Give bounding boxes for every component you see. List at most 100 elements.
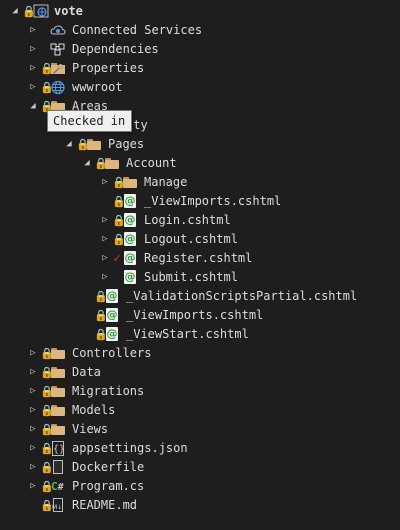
lock-icon: 🔒: [40, 366, 54, 379]
expanded-arrow-icon[interactable]: ◢: [64, 135, 74, 154]
tree-label: Logout.cshtml: [144, 232, 238, 246]
lock-icon: 🔒: [94, 328, 108, 341]
lock-icon: 🔒: [40, 499, 54, 512]
lock-icon: 🔒: [40, 81, 54, 94]
expanded-arrow-icon[interactable]: ◢: [82, 154, 92, 173]
tree-row-dependencies[interactable]: ▷ Dependencies: [0, 40, 400, 59]
tree-row-manage[interactable]: ▷ 🔒 Manage: [0, 173, 400, 192]
folder-icon: [86, 137, 102, 152]
collapsed-arrow-icon[interactable]: ▷: [28, 21, 38, 40]
tree-row-appsettings[interactable]: ▷ 🔒 {} appsettings.json: [0, 439, 400, 458]
tree-label: README.md: [72, 498, 138, 512]
collapsed-arrow-icon[interactable]: ▷: [28, 477, 38, 496]
lock-icon: 🔒: [40, 423, 54, 436]
tree-label: Submit.cshtml: [144, 270, 238, 284]
collapsed-arrow-icon[interactable]: ▷: [100, 230, 110, 249]
tree-row-views[interactable]: ▷ 🔒 Views: [0, 420, 400, 439]
lock-icon: 🔒: [40, 461, 54, 474]
tree-row-models[interactable]: ▷ 🔒 Models: [0, 401, 400, 420]
checked-in-tooltip: Checked in: [47, 110, 132, 132]
tree-label: wwwroot: [72, 80, 123, 94]
tree-label: vote: [54, 4, 83, 18]
tree-row-properties[interactable]: ▷ 🔒 Properties: [0, 59, 400, 78]
tree-row-dockerfile[interactable]: ▷ 🔒 Dockerfile: [0, 458, 400, 477]
tree-row-readme[interactable]: 🔒 M↓ README.md: [0, 496, 400, 515]
collapsed-arrow-icon[interactable]: ▷: [28, 458, 38, 477]
file-icon: [50, 460, 66, 475]
tree-row-submit[interactable]: ▷ @ Submit.cshtml: [0, 268, 400, 287]
csharp-file-icon: C#: [51, 480, 64, 493]
tree-row-logout[interactable]: ▷ 🔒 @ Logout.cshtml: [0, 230, 400, 249]
tree-row-register[interactable]: ▷ ✓ @ Register.cshtml: [0, 249, 400, 268]
lock-icon: 🔒: [112, 214, 126, 227]
tree-row-connected-services[interactable]: ▷ Connected Services: [0, 21, 400, 40]
lock-icon: 🔒: [94, 157, 108, 170]
collapsed-arrow-icon[interactable]: ▷: [28, 363, 38, 382]
collapsed-arrow-icon[interactable]: ▷: [28, 439, 38, 458]
collapsed-arrow-icon[interactable]: ▷: [100, 268, 110, 287]
tree-label: _ViewImports.cshtml: [126, 308, 264, 322]
tree-row-migrations[interactable]: ▷ 🔒 Migrations: [0, 382, 400, 401]
tree-label: Data: [72, 365, 101, 379]
razor-file-icon: @: [124, 270, 136, 284]
tree-row-controllers[interactable]: ▷ 🔒 Controllers: [0, 344, 400, 363]
tree-label: Connected Services: [72, 23, 203, 37]
tree-label: Properties: [72, 61, 145, 75]
folder-icon: [104, 156, 120, 171]
tree-row-pages[interactable]: ◢ 🔒 Pages: [0, 135, 400, 154]
lock-icon: 🔒: [40, 62, 54, 75]
folder-icon: [50, 422, 66, 437]
tree-label: Views: [72, 422, 109, 436]
tree-label: _ViewImports.cshtml: [144, 194, 282, 208]
solution-explorer-tree: ◢ 🔒 vote ▷ Connected Services ▷ Dependen…: [0, 0, 400, 530]
folder-icon: [50, 365, 66, 380]
tree-row-viewimports-pages[interactable]: 🔒 @ _ViewImports.cshtml: [0, 306, 400, 325]
lock-icon: 🔒: [112, 195, 126, 208]
collapsed-arrow-icon[interactable]: ▷: [100, 211, 110, 230]
tree-row-viewstart[interactable]: 🔒 @ _ViewStart.cshtml: [0, 325, 400, 344]
tree-row-login[interactable]: ▷ 🔒 @ Login.cshtml: [0, 211, 400, 230]
razor-file-icon: @: [106, 289, 118, 303]
lock-icon: 🔒: [40, 404, 54, 417]
tree-label: _ValidationScriptsPartial.cshtml: [126, 289, 358, 303]
collapsed-arrow-icon[interactable]: ▷: [28, 344, 38, 363]
tree-label: _ViewStart.cshtml: [126, 327, 249, 341]
collapsed-arrow-icon[interactable]: ▷: [28, 78, 38, 97]
tree-label: Manage: [144, 175, 188, 189]
collapsed-arrow-icon[interactable]: ▷: [28, 401, 38, 420]
tree-label: Pages: [108, 137, 145, 151]
tree-label: Models: [72, 403, 116, 417]
json-file-icon: {}: [52, 441, 65, 456]
tree-row-wwwroot[interactable]: ▷ 🔒 wwwroot: [0, 78, 400, 97]
web-project-icon: [33, 4, 49, 19]
tree-row-data[interactable]: ▷ 🔒 Data: [0, 363, 400, 382]
dependencies-icon: [50, 42, 66, 57]
lock-icon: 🔒: [40, 347, 54, 360]
folder-icon: [50, 346, 66, 361]
lock-icon: 🔒: [94, 309, 108, 322]
tree-row-validation-scripts-partial[interactable]: 🔒 @ _ValidationScriptsPartial.cshtml: [0, 287, 400, 306]
tree-row-program[interactable]: ▷ 🔒 C# Program.cs: [0, 477, 400, 496]
tree-label: Migrations: [72, 384, 145, 398]
tree-row-vote[interactable]: ◢ 🔒 vote: [0, 2, 400, 21]
globe-icon: [50, 80, 66, 95]
expanded-arrow-icon[interactable]: ◢: [28, 97, 38, 116]
pending-edit-check-icon: ✓: [113, 251, 121, 265]
connected-services-icon: [50, 23, 66, 38]
collapsed-arrow-icon[interactable]: ▷: [28, 420, 38, 439]
tree-label: Dependencies: [72, 42, 159, 56]
collapsed-arrow-icon[interactable]: ▷: [100, 173, 110, 192]
markdown-file-icon: M↓: [50, 498, 66, 513]
collapsed-arrow-icon[interactable]: ▷: [100, 249, 110, 268]
tree-row-account[interactable]: ◢ 🔒 Account: [0, 154, 400, 173]
folder-icon: [50, 384, 66, 399]
tree-row-viewimports-account[interactable]: 🔒 @ _ViewImports.cshtml: [0, 192, 400, 211]
expanded-arrow-icon[interactable]: ◢: [10, 2, 20, 21]
folder-icon: [122, 175, 138, 190]
collapsed-arrow-icon[interactable]: ▷: [28, 40, 38, 59]
collapsed-arrow-icon[interactable]: ▷: [28, 382, 38, 401]
collapsed-arrow-icon[interactable]: ▷: [28, 59, 38, 78]
folder-icon: [50, 403, 66, 418]
lock-icon: 🔒: [40, 442, 54, 455]
razor-file-icon: @: [106, 308, 118, 322]
